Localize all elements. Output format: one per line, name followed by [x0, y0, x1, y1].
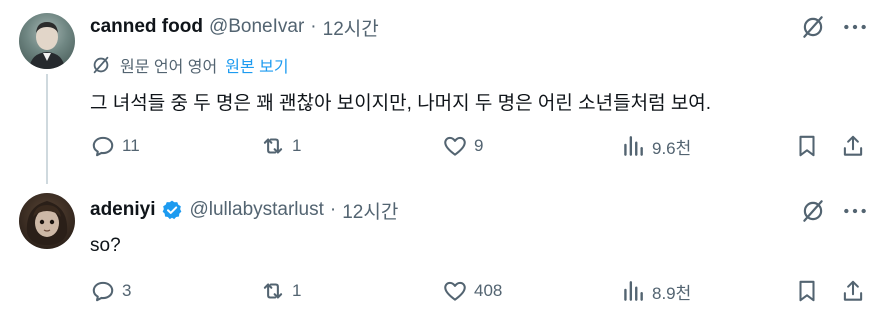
translation-label: 원문 언어 영어 — [120, 59, 218, 76]
verified-badge-icon — [163, 200, 182, 220]
share-button[interactable] — [840, 133, 866, 159]
share-icon — [843, 135, 863, 156]
grok-icon[interactable] — [800, 14, 826, 40]
tweet[interactable]: adeniyi @lullabystarlust · 12시간 so? 3 1 … — [0, 180, 888, 327]
repost-button[interactable]: 1 — [260, 278, 301, 304]
avatar-image — [26, 201, 68, 245]
view-original-link[interactable]: 원본 보기 — [225, 53, 288, 77]
reply-button[interactable]: 3 — [90, 278, 131, 304]
tweet[interactable]: canned food @BoneIvar · 12시간 원문 언어 영어 원본… — [0, 0, 888, 184]
reply-button[interactable]: 11 — [90, 133, 140, 159]
repost-count: 1 — [292, 281, 302, 300]
tweet-text: so? — [90, 235, 121, 256]
avatar-image — [29, 22, 65, 69]
separator-dot: · — [329, 199, 337, 220]
share-icon — [843, 280, 863, 301]
bookmark-button[interactable] — [794, 278, 820, 304]
author-handle[interactable]: @BoneIvar — [209, 16, 304, 38]
repost-icon — [263, 138, 283, 154]
more-icon[interactable] — [842, 200, 868, 222]
more-icon[interactable] — [842, 16, 868, 38]
views-icon — [624, 281, 643, 301]
action-bar: 11 1 9 9.6천 — [90, 133, 870, 161]
like-icon — [444, 281, 466, 301]
repost-button[interactable]: 1 — [260, 133, 301, 159]
tweet-text: 그 녀석들 중 두 명은 꽤 괜찮아 보이지만, 나머지 두 명은 어린 소년들… — [90, 93, 712, 114]
reply-count: 11 — [122, 136, 140, 155]
bookmark-icon — [799, 280, 815, 302]
reply-icon — [92, 281, 114, 302]
tweet-header: canned food @BoneIvar · 12시간 — [90, 14, 379, 40]
views-count: 9.6천 — [652, 138, 692, 158]
views-icon — [624, 136, 643, 156]
share-button[interactable] — [840, 278, 866, 304]
like-button[interactable]: 9 — [442, 133, 483, 159]
reply-count: 3 — [122, 281, 132, 300]
bookmark-button[interactable] — [794, 133, 820, 159]
grok-icon[interactable] — [800, 198, 826, 224]
like-button[interactable]: 408 — [442, 278, 502, 304]
like-count: 9 — [474, 136, 484, 155]
repost-icon — [263, 283, 283, 299]
tweet-header: adeniyi @lullabystarlust · 12시간 — [90, 197, 398, 223]
like-icon — [444, 136, 466, 156]
views-button[interactable]: 9.6천 — [620, 133, 691, 159]
bookmark-icon — [799, 135, 815, 157]
author-handle[interactable]: @lullabystarlust — [189, 199, 323, 221]
thread-line — [46, 74, 48, 184]
separator-dot: · — [310, 16, 317, 37]
author-name[interactable]: canned food — [90, 16, 203, 38]
translation-row: 원문 언어 영어 원본 보기 — [90, 53, 289, 77]
like-count: 408 — [474, 281, 503, 300]
views-count: 8.9천 — [652, 283, 692, 303]
translate-icon — [93, 56, 109, 74]
timestamp[interactable]: 12시간 — [323, 14, 379, 41]
avatar[interactable] — [19, 13, 75, 69]
timestamp[interactable]: 12시간 — [342, 197, 398, 224]
repost-count: 1 — [292, 136, 302, 155]
reply-icon — [92, 136, 114, 157]
author-name[interactable]: adeniyi — [90, 199, 155, 221]
avatar[interactable] — [19, 193, 75, 249]
action-bar: 3 1 408 8.9천 — [90, 278, 870, 306]
views-button[interactable]: 8.9천 — [620, 278, 691, 304]
